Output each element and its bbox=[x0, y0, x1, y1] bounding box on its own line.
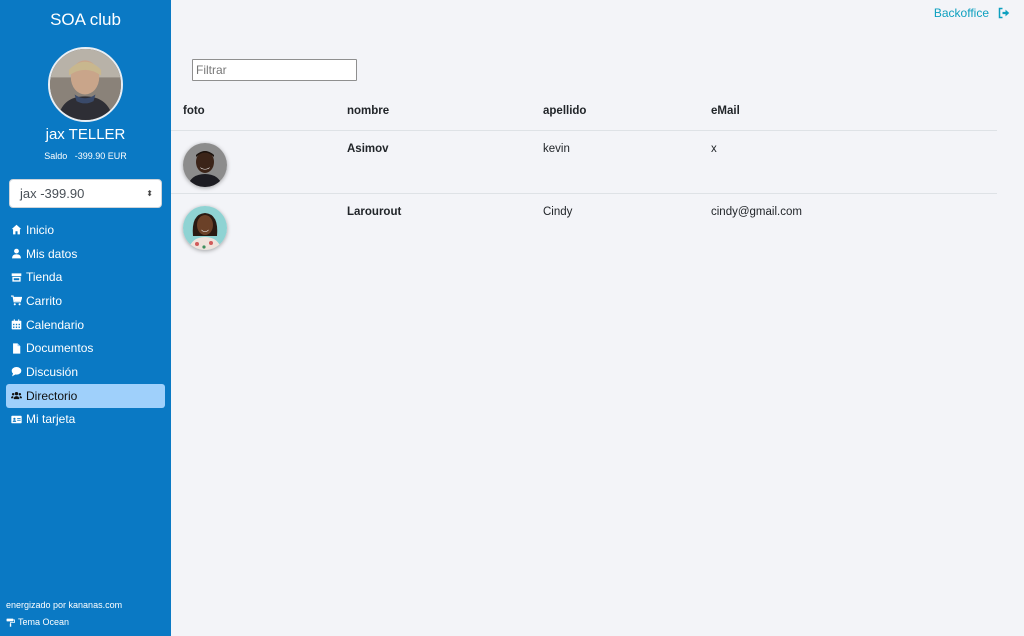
balance: Saldo -399.90 EUR bbox=[0, 151, 171, 161]
sidebar-item-tienda[interactable]: Tienda bbox=[6, 265, 165, 289]
member-avatar[interactable] bbox=[183, 205, 227, 250]
table-row[interactable]: Asimov kevin x bbox=[171, 130, 997, 194]
sidebar-item-inicio[interactable]: Inicio bbox=[6, 218, 165, 242]
cell-foto bbox=[171, 130, 335, 194]
balance-label: Saldo bbox=[44, 151, 68, 161]
backoffice-label: Backoffice bbox=[933, 6, 989, 20]
brand-title[interactable]: SOA club bbox=[0, 10, 171, 30]
sidebar-item-label: Tienda bbox=[26, 270, 63, 285]
sidebar-item-label: Discusión bbox=[26, 364, 79, 379]
column-header-email[interactable]: eMail bbox=[699, 93, 997, 131]
user-avatar-image bbox=[50, 49, 121, 120]
sidebar-item-directorio[interactable]: Directorio bbox=[6, 383, 165, 408]
sidebar-item-discusion[interactable]: Discusión bbox=[6, 360, 165, 384]
theme-selector[interactable]: Tema Ocean bbox=[6, 617, 69, 627]
sidebar-item-label: Documentos bbox=[26, 341, 94, 356]
cell-foto bbox=[171, 193, 335, 256]
backoffice-link[interactable]: Backoffice bbox=[934, 6, 1010, 20]
member-avatar-image bbox=[183, 142, 227, 187]
sidebar-item-label: Mis datos bbox=[26, 246, 78, 261]
cell-nombre: Asimov bbox=[335, 130, 531, 194]
home-icon bbox=[9, 224, 23, 235]
cell-email: x bbox=[699, 130, 997, 194]
sidebar-item-documentos[interactable]: Documentos bbox=[6, 336, 165, 360]
select-caret-icon: ⬍ bbox=[146, 188, 153, 198]
id-card-icon bbox=[9, 414, 23, 425]
sidebar-item-label: Mi tarjeta bbox=[26, 412, 76, 427]
sidebar-item-calendario[interactable]: Calendario bbox=[6, 313, 165, 337]
table-body: Asimov kevin x Larourout Cindy cindy@gma… bbox=[171, 130, 997, 256]
users-icon bbox=[9, 390, 23, 401]
member-avatar[interactable] bbox=[183, 142, 227, 187]
sign-out-icon bbox=[998, 7, 1010, 19]
user-avatar[interactable] bbox=[48, 47, 123, 122]
comment-icon bbox=[9, 366, 23, 377]
filter-input[interactable] bbox=[192, 59, 357, 81]
user-icon bbox=[9, 248, 23, 259]
cell-nombre: Larourout bbox=[347, 205, 402, 218]
theme-label: Tema Ocean bbox=[18, 617, 70, 627]
cart-icon bbox=[9, 295, 23, 306]
sidebar-item-label: Directorio bbox=[26, 388, 78, 403]
paint-roller-icon bbox=[6, 618, 15, 627]
cell-email: cindy@gmail.com bbox=[711, 205, 802, 218]
sidebar-item-carrito[interactable]: Carrito bbox=[6, 289, 165, 313]
account-select-value: jax -399.90 bbox=[20, 186, 85, 201]
powered-by[interactable]: energizado por kananas.com bbox=[6, 600, 122, 610]
table-header: foto nombre apellido eMail bbox=[171, 93, 997, 131]
app-root: SOA club jax TELLER Saldo -399.90 EUR ja… bbox=[0, 0, 1024, 636]
main-content: Backoffice foto nombre apellido eMail bbox=[171, 0, 1024, 636]
cell-apellido: kevin bbox=[531, 130, 699, 194]
column-header-nombre[interactable]: nombre bbox=[335, 93, 531, 131]
sidebar-item-label: Carrito bbox=[26, 293, 63, 308]
balance-value: -399.90 EUR bbox=[74, 151, 127, 161]
column-header-apellido[interactable]: apellido bbox=[531, 93, 699, 131]
table-row[interactable]: Larourout Cindy cindy@gmail.com bbox=[171, 193, 997, 256]
store-icon bbox=[9, 272, 23, 283]
sidebar-item-mi-tarjeta[interactable]: Mi tarjeta bbox=[6, 408, 165, 432]
sidebar-item-label: Calendario bbox=[26, 317, 85, 332]
member-avatar-image bbox=[183, 205, 227, 250]
calendar-icon bbox=[9, 319, 23, 330]
sidebar-item-label: Inicio bbox=[26, 222, 55, 237]
account-select[interactable]: jax -399.90 ⬍ bbox=[9, 179, 162, 208]
user-name[interactable]: jax TELLER bbox=[0, 126, 171, 143]
column-header-foto[interactable]: foto bbox=[171, 93, 335, 131]
cell-apellido: Cindy bbox=[543, 205, 573, 218]
directory-table: foto nombre apellido eMail Asimov kevin … bbox=[171, 93, 997, 256]
sidebar-item-mis-datos[interactable]: Mis datos bbox=[6, 242, 165, 266]
table-header-row: foto nombre apellido eMail bbox=[171, 93, 997, 131]
sidebar: SOA club jax TELLER Saldo -399.90 EUR ja… bbox=[0, 0, 171, 636]
document-icon bbox=[9, 343, 23, 354]
sidebar-nav: Inicio Mis datos Tienda Carrito Calendar… bbox=[6, 218, 165, 431]
